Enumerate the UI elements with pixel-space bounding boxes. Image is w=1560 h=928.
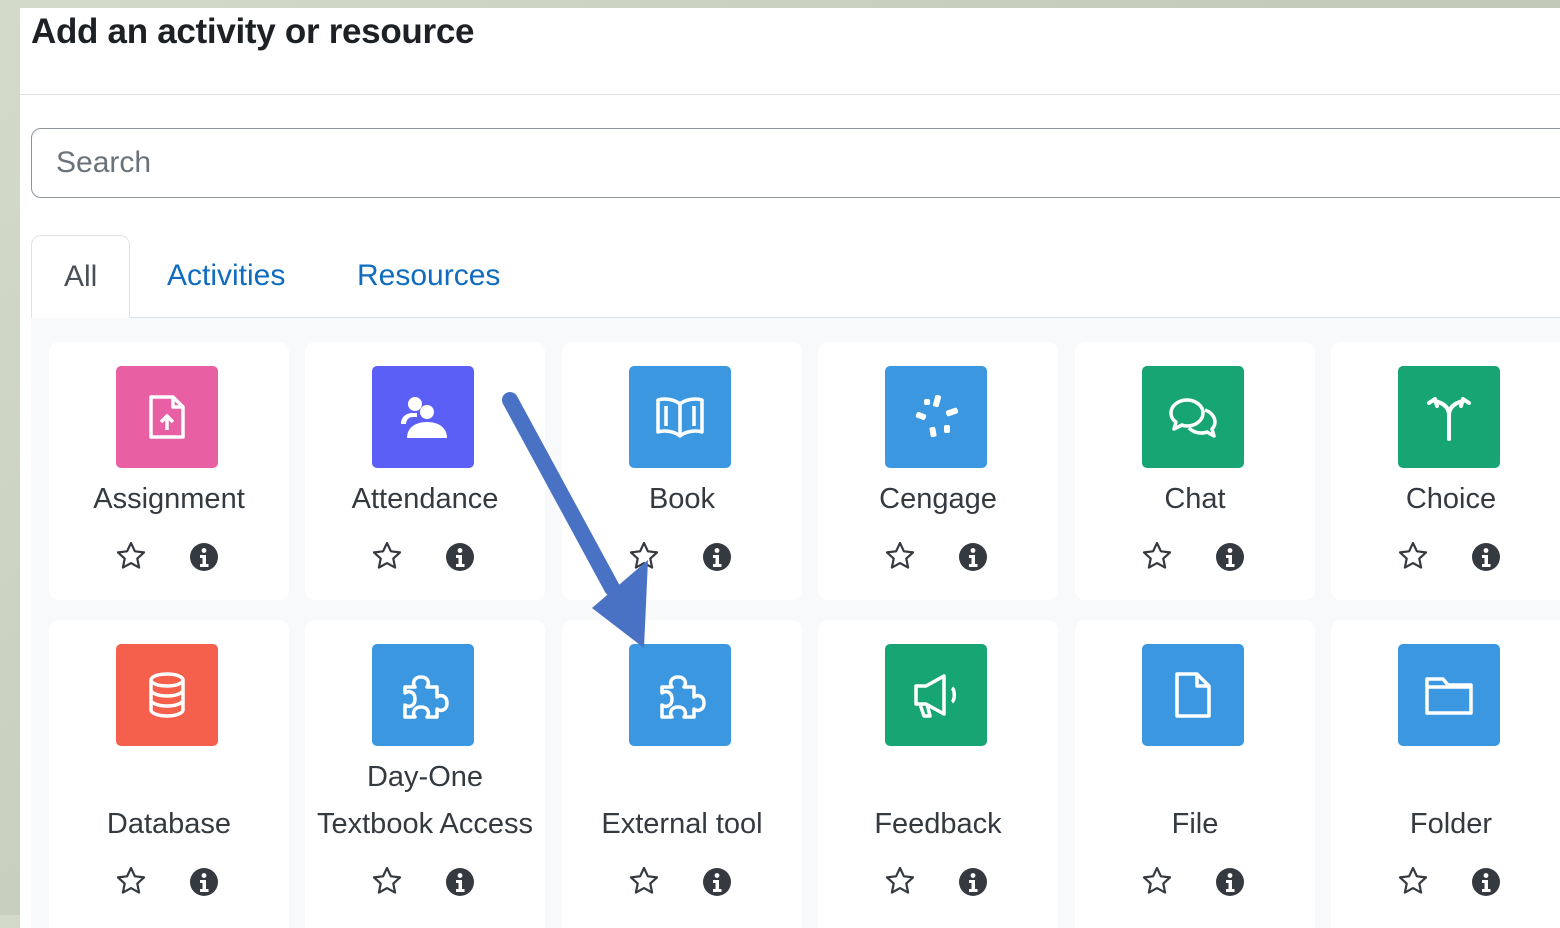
- module-label: Feedback: [874, 808, 1002, 840]
- puzzle-icon: [372, 644, 474, 746]
- assignment-icon: [116, 366, 218, 468]
- module-card-chat[interactable]: Chat: [1075, 342, 1315, 600]
- info-icon[interactable]: [1471, 542, 1501, 572]
- module-card-feedback[interactable]: Feedback: [818, 620, 1058, 928]
- star-icon[interactable]: [884, 540, 916, 572]
- module-label: Assignment: [93, 483, 245, 515]
- star-icon[interactable]: [371, 540, 403, 572]
- search-input[interactable]: [31, 128, 1560, 198]
- info-icon[interactable]: [189, 542, 219, 572]
- info-icon[interactable]: [702, 867, 732, 897]
- module-grid: Assignment Attendance Book Cengage Chat Choic…: [31, 318, 1560, 928]
- module-label: Day-One: [366, 761, 484, 793]
- star-icon[interactable]: [115, 540, 147, 572]
- activity-chooser-modal: Add an activity or resource × All Activi…: [20, 8, 1560, 928]
- info-icon[interactable]: [1471, 867, 1501, 897]
- star-icon[interactable]: [1397, 540, 1429, 572]
- choice-icon: [1398, 366, 1500, 468]
- tab-activities[interactable]: Activities: [135, 235, 317, 317]
- info-icon[interactable]: [445, 867, 475, 897]
- module-label: Choice: [1405, 483, 1497, 515]
- folder-icon: [1398, 644, 1500, 746]
- chat-icon: [1142, 366, 1244, 468]
- modal-title: Add an activity or resource: [31, 12, 475, 51]
- database-icon: [116, 644, 218, 746]
- module-label: Chat: [1164, 483, 1226, 515]
- star-icon[interactable]: [628, 540, 660, 572]
- module-label-line2: Textbook Access: [317, 808, 533, 840]
- modal-header: Add an activity or resource ×: [20, 8, 1560, 95]
- module-label: Database: [106, 808, 232, 840]
- info-icon[interactable]: [958, 867, 988, 897]
- module-card-folder[interactable]: Folder: [1331, 620, 1560, 928]
- module-label: File: [1171, 808, 1219, 840]
- file-icon: [1142, 644, 1244, 746]
- module-card-book[interactable]: Book: [562, 342, 802, 600]
- star-icon[interactable]: [1141, 865, 1173, 897]
- module-card-choice[interactable]: Choice: [1331, 342, 1560, 600]
- info-icon[interactable]: [1215, 542, 1245, 572]
- module-card-file[interactable]: File: [1075, 620, 1315, 928]
- star-icon[interactable]: [1141, 540, 1173, 572]
- book-icon: [629, 366, 731, 468]
- star-icon[interactable]: [628, 865, 660, 897]
- info-icon[interactable]: [189, 867, 219, 897]
- module-card-cengage[interactable]: Cengage: [818, 342, 1058, 600]
- module-label: Book: [648, 483, 716, 515]
- module-card-day-one[interactable]: Day-One Textbook Access: [305, 620, 545, 928]
- info-icon[interactable]: [702, 542, 732, 572]
- module-label: Cengage: [879, 483, 997, 515]
- module-card-attendance[interactable]: Attendance: [305, 342, 545, 600]
- megaphone-icon: [885, 644, 987, 746]
- tab-resources[interactable]: Resources: [325, 235, 532, 317]
- star-icon[interactable]: [115, 865, 147, 897]
- cengage-icon: [885, 366, 987, 468]
- tab-all[interactable]: All: [31, 235, 131, 319]
- module-label: External tool: [601, 808, 763, 840]
- star-icon[interactable]: [1397, 865, 1429, 897]
- info-icon[interactable]: [958, 542, 988, 572]
- info-icon[interactable]: [1215, 867, 1245, 897]
- module-label: Attendance: [351, 483, 499, 515]
- module-card-external-tool[interactable]: External tool: [562, 620, 802, 928]
- star-icon[interactable]: [371, 865, 403, 897]
- info-icon[interactable]: [445, 542, 475, 572]
- attendance-icon: [372, 366, 474, 468]
- module-card-database[interactable]: Database: [49, 620, 289, 928]
- module-card-assignment[interactable]: Assignment: [49, 342, 289, 600]
- module-tabs: All Activities Resources: [31, 235, 1560, 319]
- puzzle-icon: [629, 644, 731, 746]
- star-icon[interactable]: [884, 865, 916, 897]
- module-label: Folder: [1409, 808, 1493, 840]
